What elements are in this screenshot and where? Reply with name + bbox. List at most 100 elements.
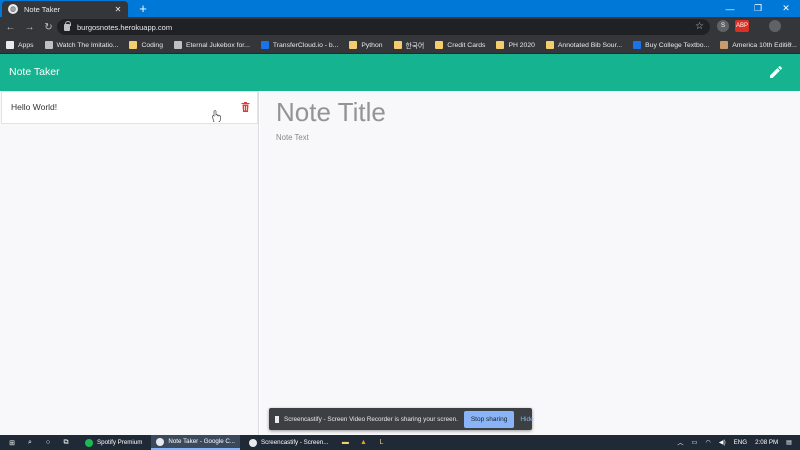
app-icon <box>156 437 165 446</box>
app-navbar: Note Taker <box>0 54 800 91</box>
task-view-icon[interactable]: ⧉ <box>60 437 72 449</box>
browser-toolbar: ← → ↻ burgosnotes.herokuapp.com ☆ <box>0 17 800 37</box>
bookmark-label: PH 2020 <box>508 41 535 49</box>
bookmark-item[interactable]: Credit Cards <box>435 41 485 49</box>
bookmark-label: TransferCloud.io - b... <box>272 41 339 49</box>
system-tray: ︿ ▭ ◠ ◀) ENG 2:08 PM ▤ <box>677 435 800 450</box>
taskbar-apps: Spotify Premium Note Taker - Google C... S… <box>76 435 333 450</box>
adblock-extension-icon[interactable]: ABP <box>735 20 749 32</box>
close-tab-icon[interactable]: ✕ <box>111 5 125 14</box>
tab-title: Note Taker <box>24 4 61 14</box>
bookmark-star-icon[interactable]: ☆ <box>695 21 704 32</box>
file-explorer-icon[interactable]: ▬ <box>339 437 351 449</box>
volume-icon[interactable]: ◀) <box>719 439 726 446</box>
address-bar[interactable]: burgosnotes.herokuapp.com ☆ <box>57 19 710 35</box>
more-bookmarks-icon[interactable]: » <box>788 39 792 48</box>
stop-sharing-button[interactable]: Stop sharing <box>463 410 515 428</box>
battery-icon[interactable]: ▭ <box>692 439 698 446</box>
note-item-title: Hello World! <box>11 102 58 112</box>
app-icon <box>249 438 257 447</box>
taskbar-app-label: Note Taker - Google C... <box>168 438 235 445</box>
window-controls: — ❐ ✕ <box>716 0 800 17</box>
browser-tab[interactable]: ◍ Note Taker ✕ <box>2 1 128 17</box>
minimize-button[interactable]: — <box>716 0 744 17</box>
browser-titlebar: ◍ Note Taker ✕ + — ❐ ✕ <box>0 0 800 17</box>
wifi-icon[interactable]: ◠ <box>705 439 710 446</box>
bookmark-item[interactable]: Eternal Jukebox for... <box>174 41 250 49</box>
globe-extension-icon[interactable] <box>769 20 781 32</box>
cortana-icon[interactable]: ○ <box>42 437 54 449</box>
search-icon[interactable]: ⌕ <box>24 437 36 449</box>
bookmark-item[interactable]: Coding <box>129 41 163 49</box>
reload-button[interactable]: ↻ <box>40 19 57 36</box>
bookmark-item[interactable]: Apps <box>6 41 34 49</box>
screen-share-message: Screencastify - Screen Video Recorder is… <box>284 415 458 423</box>
folder-icon <box>435 41 444 49</box>
bookmark-label: Credit Cards <box>447 41 486 49</box>
book-site-icon <box>720 41 729 49</box>
trash-icon[interactable] <box>241 102 250 112</box>
hide-button[interactable]: Hide <box>520 416 533 423</box>
close-window-button[interactable]: ✕ <box>772 0 800 17</box>
app-brand[interactable]: Note Taker <box>9 66 60 78</box>
bookmark-label: Python <box>361 41 383 49</box>
folder-icon <box>393 41 402 49</box>
video-site-icon <box>44 41 53 49</box>
pencil-icon[interactable] <box>768 64 784 80</box>
bookmark-label: Buy College Textbo... <box>645 41 710 49</box>
globe-icon <box>174 41 182 49</box>
taskbar-app-label: Spotify Premium <box>97 439 143 446</box>
tray-up-arrow-icon[interactable]: ︿ <box>677 438 683 447</box>
screen-share-bar: Screencastify - Screen Video Recorder is… <box>269 408 534 430</box>
hand-cursor-icon <box>212 110 221 122</box>
cloud-icon <box>260 41 269 49</box>
bookmark-item[interactable]: 한국어 <box>393 40 425 50</box>
folder-icon <box>545 41 554 49</box>
note-text-input[interactable]: Note Text <box>276 133 309 142</box>
folder-icon <box>349 41 358 49</box>
bookmark-item[interactable]: America 10th Editio... <box>720 41 797 49</box>
lock-icon <box>64 20 71 31</box>
globe-icon: ◍ <box>8 4 18 14</box>
folder-icon <box>496 41 505 49</box>
taskbar: ⊞ ⌕ ○ ⧉ Spotify Premium Note Taker - Goog… <box>0 435 800 450</box>
bookmark-item[interactable]: Watch The Imitatio... <box>44 41 119 49</box>
taskbar-app[interactable]: Note Taker - Google C... <box>151 435 240 450</box>
puzzle-extension-icon[interactable] <box>752 20 764 32</box>
maximize-button[interactable]: ❐ <box>744 0 772 17</box>
bookmark-label: Coding <box>141 41 163 49</box>
back-button[interactable]: ← <box>2 19 19 36</box>
bookmark-label: 한국어 <box>405 43 425 50</box>
bookmark-label: Annotated Bib Sour... <box>557 41 623 49</box>
bookmark-item[interactable]: TransferCloud.io - b... <box>260 41 339 49</box>
app-icon <box>85 438 93 447</box>
bookmark-label: Apps <box>18 41 34 49</box>
bookmarks-bar: Apps Watch The Imitatio... Coding Eternal J… <box>0 37 800 54</box>
taskbar-app[interactable]: Spotify Premium <box>80 435 147 450</box>
apps-grid-icon <box>6 41 14 49</box>
taskbar-app-label: Screencastify - Screen... <box>261 439 329 446</box>
windows-start-icon[interactable]: ⊞ <box>6 437 18 449</box>
bookmark-item[interactable]: Annotated Bib Sour... <box>545 41 623 49</box>
language-indicator[interactable]: ENG <box>734 439 747 446</box>
folder-icon <box>129 41 138 49</box>
bookmark-item[interactable]: Buy College Textbo... <box>633 41 709 49</box>
taskbar-app[interactable]: Screencastify - Screen... <box>244 435 333 450</box>
s-extension-icon[interactable]: S <box>717 20 729 32</box>
list-item[interactable]: Hello World! <box>1 91 258 124</box>
screen: ◍ Note Taker ✕ + — ❐ ✕ ← → ↻ burgosnotes… <box>0 0 800 450</box>
forward-button[interactable]: → <box>21 19 38 36</box>
vlc-icon[interactable]: ▲ <box>357 437 369 449</box>
notifications-icon[interactable]: ▤ <box>786 439 792 446</box>
pause-icon <box>275 415 279 423</box>
v-site-icon <box>633 41 642 49</box>
url-text: burgosnotes.herokuapp.com <box>77 22 173 32</box>
clock[interactable]: 2:08 PM <box>755 439 778 446</box>
bookmark-item[interactable]: Python <box>349 41 383 49</box>
bookmark-item[interactable]: PH 2020 <box>496 41 535 49</box>
note-editor: Note Title Note Text <box>260 91 800 435</box>
new-tab-button[interactable]: + <box>136 1 150 16</box>
app-l-icon[interactable]: L <box>375 437 387 449</box>
note-title-input[interactable]: Note Title <box>276 97 386 128</box>
bookmark-label: Watch The Imitatio... <box>56 41 119 49</box>
